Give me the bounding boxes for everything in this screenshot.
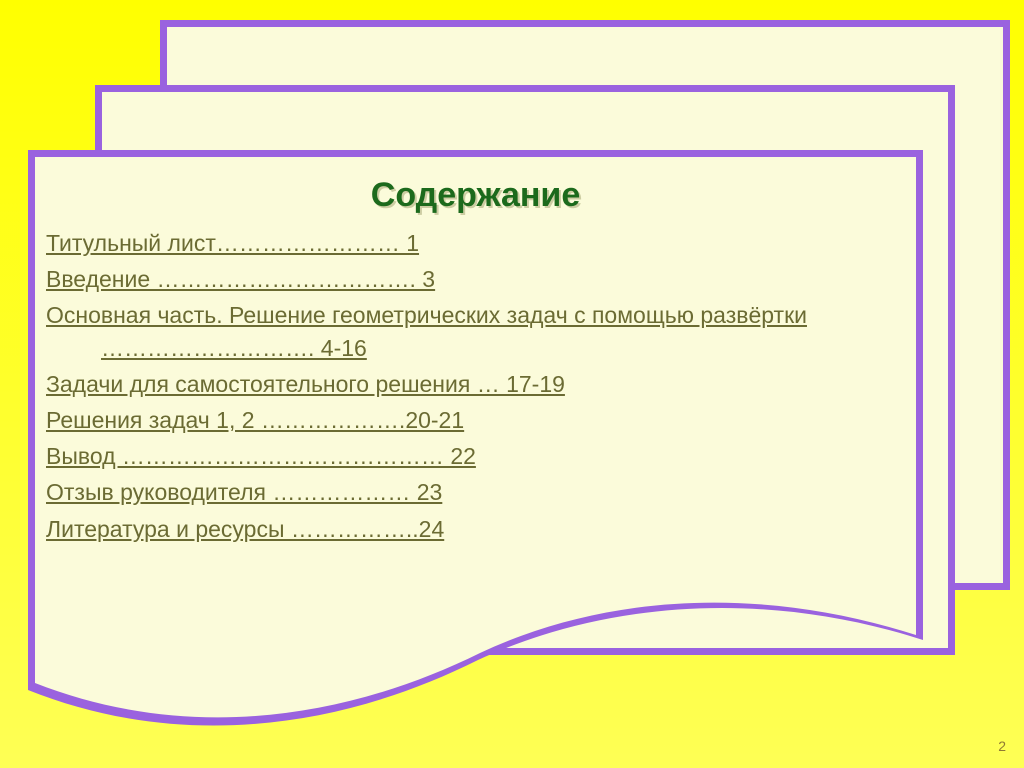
page-number: 2: [998, 738, 1006, 754]
slide: Содержание Титульный лист…………………… 1 Введе…: [0, 0, 1024, 768]
toc-link[interactable]: Введение ……………………………. 3: [46, 263, 905, 295]
toc-link[interactable]: Вывод …………………………………… 22: [46, 440, 905, 472]
page-title: Содержание: [46, 176, 905, 215]
toc-link[interactable]: Задачи для самостоятельного решения … 17…: [46, 368, 905, 400]
toc-link[interactable]: Основная часть. Решение геометрических з…: [46, 299, 905, 363]
toc-link[interactable]: Отзыв руководителя ……………… 23: [46, 476, 905, 508]
toc-link[interactable]: Титульный лист…………………… 1: [46, 227, 905, 259]
toc-link[interactable]: Литература и ресурсы ……………..24: [46, 513, 905, 545]
toc-list: Титульный лист…………………… 1 Введение ……………………: [46, 227, 905, 545]
card-front: Содержание Титульный лист…………………… 1 Введе…: [28, 150, 923, 720]
card-content: Содержание Титульный лист…………………… 1 Введе…: [46, 168, 905, 702]
toc-link[interactable]: Решения задач 1, 2 ……………….20-21: [46, 404, 905, 436]
